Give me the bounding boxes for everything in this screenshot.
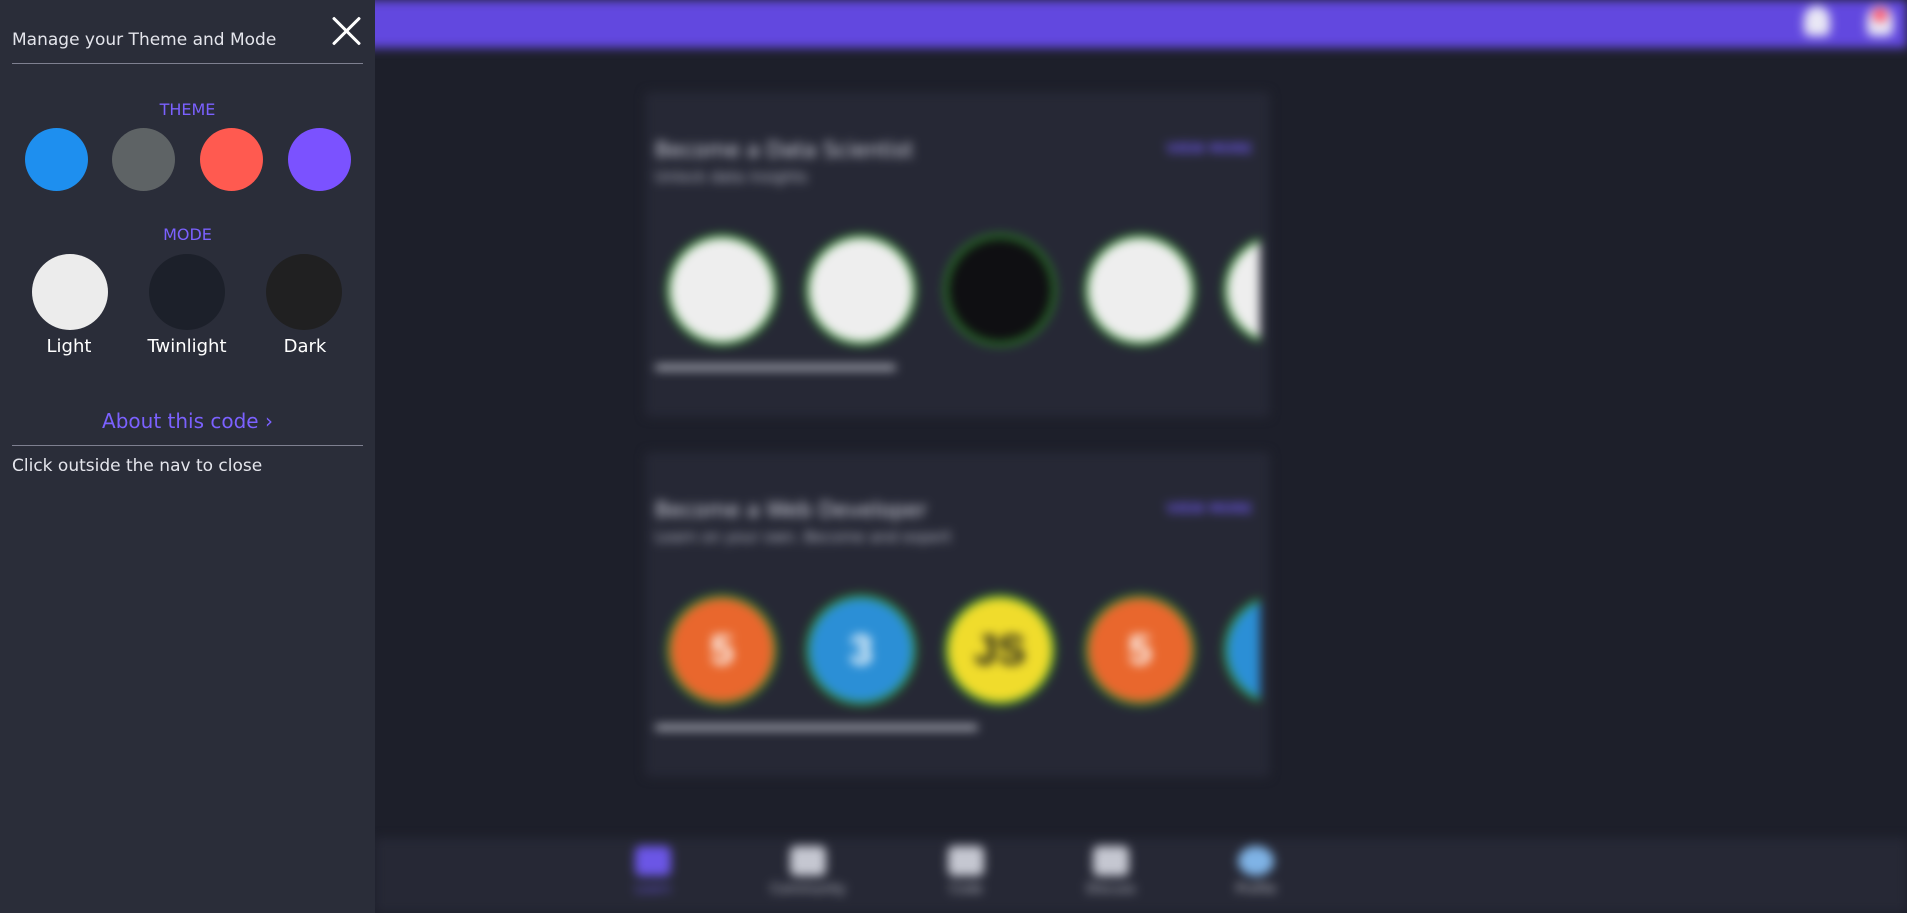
python-icon[interactable] [670, 238, 774, 342]
html5-icon[interactable]: 5 [1088, 598, 1192, 702]
course-glyph: JS [974, 626, 1026, 673]
notifications-icon[interactable] [1804, 6, 1830, 36]
data-icon[interactable] [809, 238, 913, 342]
stats-icon[interactable] [1227, 238, 1260, 342]
course-glyph: 5 [1128, 626, 1152, 673]
path-progress-bar [655, 365, 896, 370]
nav-learn[interactable]: Learn [608, 846, 698, 897]
theme-swatch-gray[interactable] [112, 128, 175, 191]
profile-icon[interactable] [1867, 6, 1893, 36]
divider [12, 445, 363, 446]
course-glyph: 3 [849, 626, 873, 673]
mode-dark-label: Dark [283, 336, 327, 357]
theme-swatch-coral[interactable] [200, 128, 263, 191]
nav-profile[interactable]: Profile [1211, 846, 1301, 897]
mode-swatch-twinlight[interactable] [149, 254, 225, 330]
card-title: Become a Web Developer [655, 498, 927, 522]
brain-icon[interactable] [948, 238, 1052, 342]
nav-code[interactable]: Code [921, 846, 1011, 897]
card-subtitle: Unlock data insights [655, 168, 808, 186]
path-progress-bar [655, 725, 978, 730]
bottom-nav: Learn Community Code Discuss Profile [375, 838, 1907, 913]
discuss-icon [1093, 846, 1129, 876]
theme-label: THEME [159, 100, 216, 119]
profile-avatar-icon [1238, 846, 1274, 876]
card-title: Become a Data Scientist [655, 138, 914, 162]
view-more-link[interactable]: VIEW MORE [1166, 142, 1252, 157]
html5-icon[interactable]: 5 [670, 598, 774, 702]
theme-swatch-purple[interactable] [288, 128, 351, 191]
code-icon [948, 846, 984, 876]
view-more-link[interactable]: VIEW MORE [1166, 502, 1252, 517]
theme-swatch-blue[interactable] [25, 128, 88, 191]
mode-swatch-light[interactable] [32, 254, 108, 330]
card-content: Become a Data Scientist Unlock data insig… [645, 92, 1260, 417]
notification-badge [1873, 8, 1887, 22]
ml-icon[interactable] [1088, 238, 1192, 342]
sidebar-title: Manage your Theme and Mode [12, 30, 277, 50]
mode-light-label: Light [46, 336, 92, 357]
close-hint: Click outside the nav to close [12, 456, 263, 476]
css3-icon[interactable]: 3 [809, 598, 913, 702]
card-content: Become a Web Developer Learn on your own.… [645, 452, 1260, 777]
learning-path-card[interactable]: Become a Data Scientist Unlock data insig… [645, 92, 1270, 417]
course-glyph: 5 [710, 626, 734, 673]
learn-icon [635, 846, 671, 876]
mode-twinlight-label: Twinlight [147, 336, 227, 357]
mode-label: MODE [163, 225, 212, 244]
community-icon [790, 846, 826, 876]
close-icon[interactable] [332, 16, 362, 46]
divider [12, 63, 363, 64]
nav-community[interactable]: Community [763, 846, 853, 897]
javascript-icon[interactable]: JS [948, 598, 1052, 702]
mode-swatch-dark[interactable] [266, 254, 342, 330]
learning-path-card[interactable]: Become a Web Developer Learn on your own.… [645, 452, 1270, 777]
react-icon[interactable] [1227, 598, 1260, 702]
card-subtitle: Learn on your own. Become and expert [655, 528, 952, 546]
about-code-link[interactable]: About this code › [0, 409, 375, 433]
theme-sidebar: Manage your Theme and Mode THEME MODE Li… [0, 0, 375, 913]
nav-discuss[interactable]: Discuss [1066, 846, 1156, 897]
